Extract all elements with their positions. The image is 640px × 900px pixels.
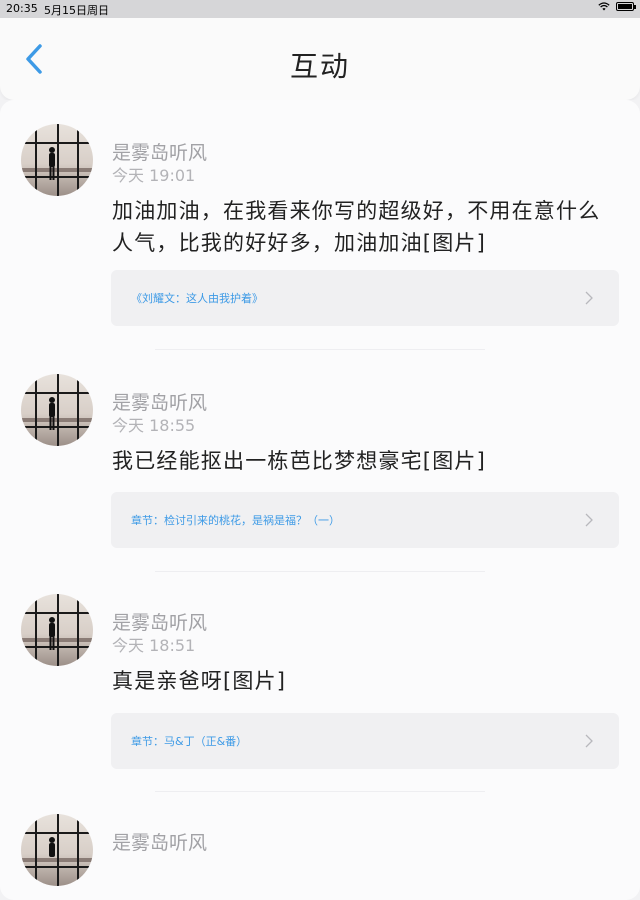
chevron-right-icon (585, 734, 593, 748)
comment-text: 我已经能抠出一栋芭比梦想豪宅[图片] (112, 449, 486, 473)
list-panel: 是雾岛听风 今天 19:01 加油加油，在我看来你写的超级好，不用在意什么人气，… (0, 100, 640, 900)
reference-label: 章节：检讨引来的桃花，是祸是福？（一） (131, 514, 340, 527)
comment-text: 加油加油，在我看来你写的超级好，不用在意什么人气，比我的好好多，加油加油[图片] (112, 199, 601, 255)
nav-bar: 互动 (0, 18, 640, 100)
chevron-right-icon (585, 513, 593, 527)
reference-label: 《刘耀文：这人由我护着》 (131, 292, 263, 305)
timestamp: 今天 18:55 (112, 416, 196, 435)
timestamp: 今天 18:51 (112, 636, 196, 655)
page-title: 互动 (289, 50, 350, 83)
status-time: 20:35 (6, 2, 38, 15)
divider (155, 349, 485, 350)
divider (155, 571, 485, 572)
username: 是雾岛听风 (112, 142, 208, 164)
username: 是雾岛听风 (112, 392, 208, 414)
reference-card[interactable]: 章节：检讨引来的桃花，是祸是福？（一） (111, 492, 619, 548)
battery-icon (616, 2, 636, 11)
status-bar: 20:35 5月15日周日 (0, 0, 640, 18)
reference-card[interactable]: 章节：马&丁（正&番） (111, 713, 619, 769)
reference-label: 章节：马&丁（正&番） (131, 735, 248, 748)
divider (155, 791, 485, 792)
interaction-list[interactable]: 是雾岛听风 今天 19:01 加油加油，在我看来你写的超级好，不用在意什么人气，… (0, 100, 640, 900)
wifi-icon (598, 2, 610, 11)
avatar[interactable] (21, 374, 93, 446)
timestamp: 今天 19:01 (112, 166, 196, 185)
status-icons (598, 2, 636, 11)
avatar[interactable] (21, 124, 93, 196)
avatar[interactable] (21, 814, 93, 886)
comment-text: 真是亲爸呀[图片] (112, 669, 287, 693)
chevron-right-icon (585, 291, 593, 305)
status-date: 5月15日周日 (44, 4, 109, 17)
reference-card[interactable]: 《刘耀文：这人由我护着》 (111, 270, 619, 326)
username: 是雾岛听风 (112, 612, 208, 634)
avatar[interactable] (21, 594, 93, 666)
username: 是雾岛听风 (112, 832, 208, 854)
